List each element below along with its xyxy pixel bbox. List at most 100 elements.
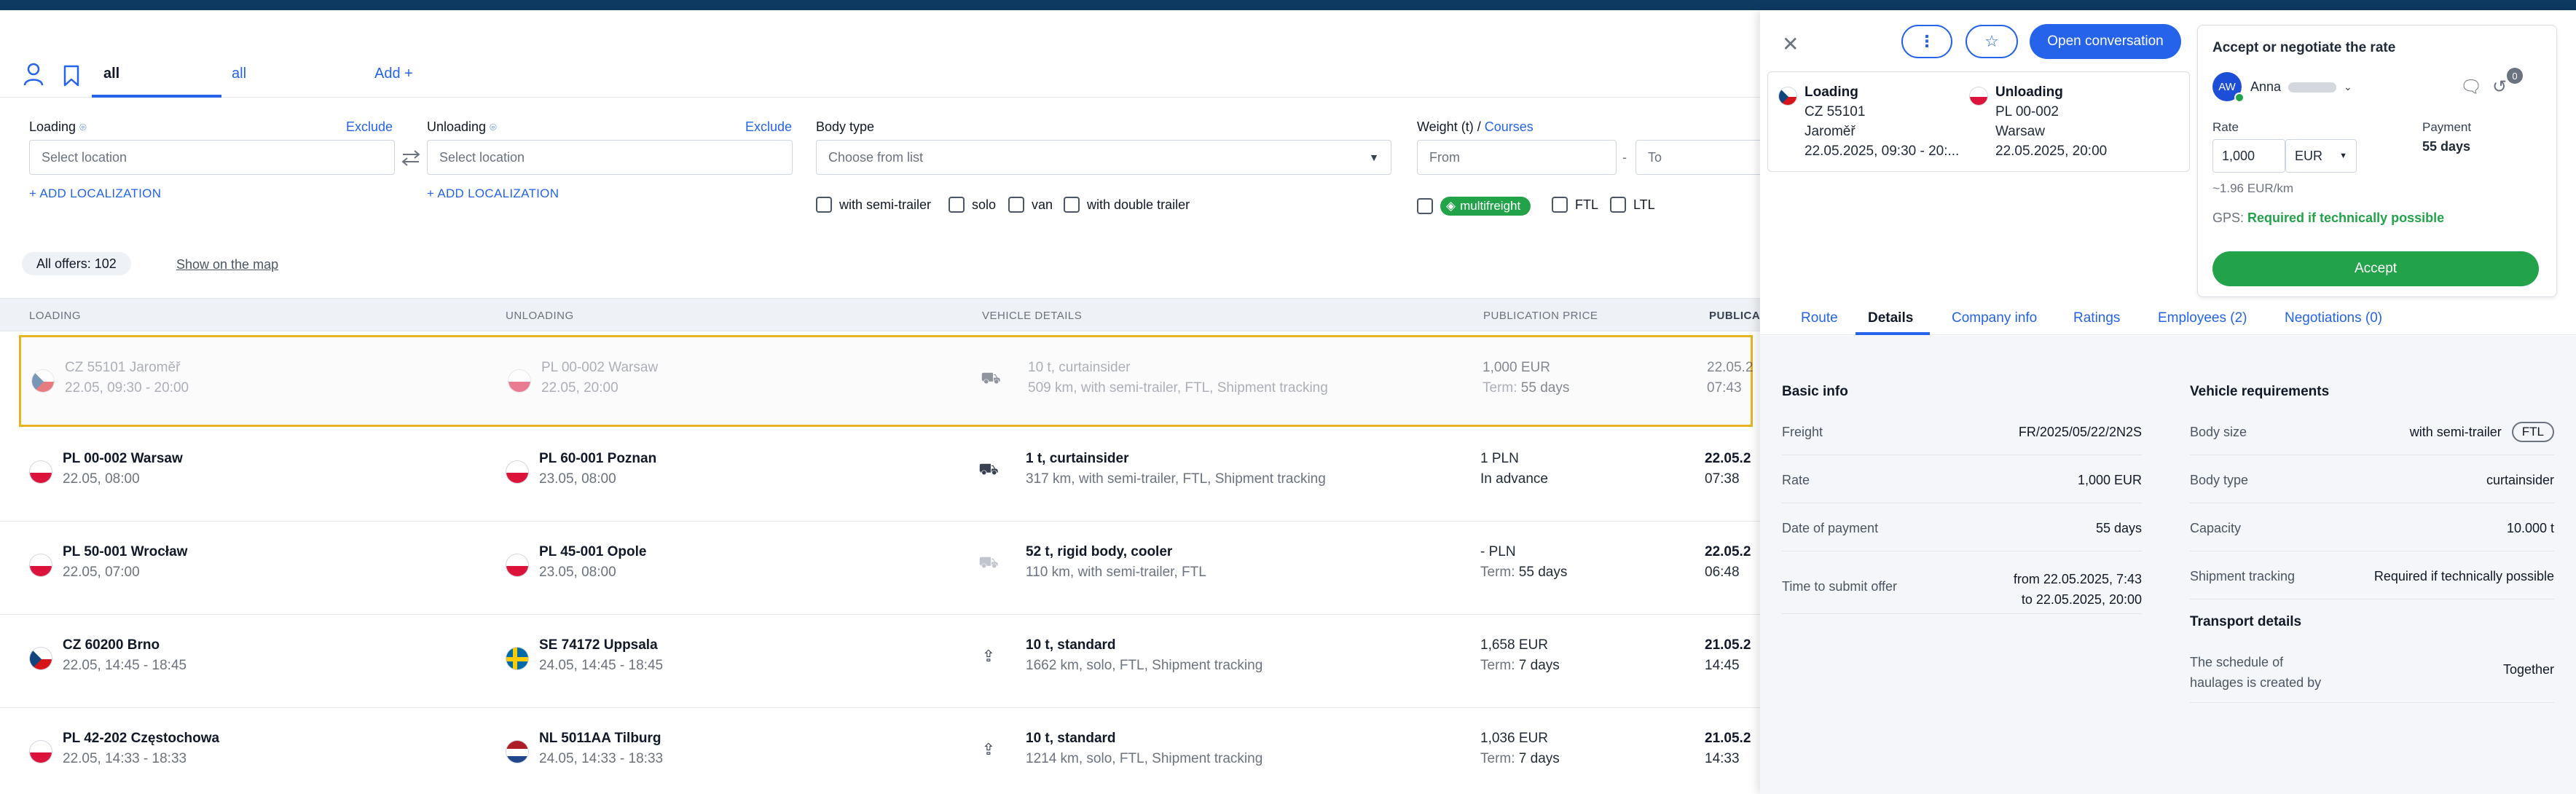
blurred-surname	[2288, 82, 2337, 93]
rate-negotiation-card: Accept or negotiate the rate AW Anna ⌄ 🗨…	[2197, 25, 2557, 297]
tab-employees[interactable]: Employees (2)	[2158, 310, 2247, 326]
vehicle-details: 1214 km, solo, FTL, Shipment tracking	[1026, 751, 1263, 766]
truck-icon: ⛟	[978, 459, 999, 478]
tab-ratings[interactable]: Ratings	[2073, 310, 2120, 326]
history-icon[interactable]: ↺	[2492, 76, 2507, 98]
tab-route[interactable]: Route	[1801, 310, 1838, 326]
req-value: with semi-trailer FTL	[2410, 422, 2554, 442]
weight-to-input[interactable]: To	[1635, 140, 1774, 175]
schedule-label-line1: The schedule of	[2190, 655, 2284, 669]
more-options-button[interactable]: ⋮	[1901, 25, 1952, 58]
rate-input[interactable]: 1,000	[2212, 139, 2285, 173]
gps-requirement: GPS: Required if technically possible	[2212, 211, 2444, 226]
checkbox-double-trailer[interactable]: with double trailer	[1064, 197, 1190, 213]
checkbox-multifreight[interactable]: ◈ multifreight	[1417, 197, 1531, 216]
close-icon[interactable]: ✕	[1782, 32, 1799, 56]
unloading-time: 22.05, 20:00	[541, 380, 619, 396]
table-row-selected[interactable]: CZ 55101 Jaroměř 22.05, 09:30 - 20:00 PL …	[19, 335, 1753, 427]
header-unloading[interactable]: UNLOADING	[506, 310, 574, 322]
table-row[interactable]: PL 00-002 Warsaw 22.05, 08:00 PL 60-001 P…	[0, 428, 1760, 522]
vehicle-type: 10 t, standard	[1026, 637, 1116, 653]
flag-pl-icon	[508, 369, 531, 393]
courses-link[interactable]: Courses	[1485, 119, 1534, 134]
price-cell: 1 PLN In advance	[1480, 449, 1548, 490]
unloading-cell: NL 5011AA Tilburg 24.05, 14:33 - 18:33	[539, 728, 663, 769]
unloading-city: PL 00-002 Warsaw	[541, 360, 659, 375]
price-cell: 1,000 EUR Term: 55 days	[1483, 358, 1569, 398]
checkbox-box[interactable]	[949, 197, 965, 213]
checkbox-semi-trailer[interactable]: with semi-trailer	[816, 197, 931, 213]
checkbox-box[interactable]	[816, 197, 832, 213]
publication-cell: 21.05.2 14:45	[1705, 635, 1751, 676]
tab-details[interactable]: Details	[1868, 310, 1913, 326]
req-row-body-size: Body size with semi-trailer FTL	[2190, 407, 2554, 455]
schedule-value: Together	[2502, 662, 2554, 677]
checkbox-ltl[interactable]: LTL	[1610, 197, 1655, 213]
loading-exclude-link[interactable]: Exclude	[346, 119, 393, 135]
user-icon[interactable]	[19, 60, 48, 89]
table-row[interactable]: PL 42-202 Częstochowa 22.05, 14:33 - 18:3…	[0, 708, 1760, 794]
loading-add-localization[interactable]: + ADD LOCALIZATION	[29, 186, 161, 201]
loading-location-input[interactable]: Select location	[29, 140, 395, 175]
checkbox-label: van	[1032, 197, 1053, 212]
weight-from-input[interactable]: From	[1417, 140, 1617, 175]
unloading-city: PL 45-001 Opole	[539, 544, 647, 559]
bookmark-icon[interactable]	[57, 61, 86, 90]
swap-icon[interactable]	[396, 144, 425, 173]
checkbox-box[interactable]	[1417, 198, 1433, 214]
body-type-select[interactable]: Choose from list ▼	[816, 140, 1391, 175]
table-row[interactable]: CZ 60200 Brno 22.05, 14:45 - 18:45 SE 741…	[0, 615, 1760, 708]
unloading-time: 23.05, 08:00	[539, 565, 616, 580]
loading-cell: PL 50-001 Wrocław 22.05, 07:00	[63, 542, 187, 583]
info-row-rate: Rate 1,000 EUR	[1782, 455, 2142, 503]
currency-select[interactable]: EUR ▼	[2285, 139, 2357, 173]
accept-button[interactable]: Accept	[2212, 251, 2539, 286]
open-conversation-button[interactable]: Open conversation	[2030, 24, 2181, 59]
checkbox-ftl[interactable]: FTL	[1552, 197, 1598, 213]
unloading-cell: SE 74172 Uppsala 24.05, 14:45 - 18:45	[539, 635, 663, 676]
freight-detail-panel: ✕ ⋮ ☆ Open conversation Loading CZ 55101…	[1760, 10, 2576, 794]
vehicle-type: 1 t, curtainsider	[1026, 451, 1129, 466]
price-value: 1,658 EUR	[1480, 637, 1548, 653]
unloading-add-localization[interactable]: + ADD LOCALIZATION	[427, 186, 559, 201]
info-row-freight: Freight FR/2025/05/22/2N2S	[1782, 407, 2142, 455]
loading-city: CZ 55101 Jaroměř	[65, 360, 181, 375]
tab-all[interactable]: all	[232, 66, 246, 82]
flag-pl-icon	[29, 554, 52, 577]
req-label: Capacity	[2190, 521, 2242, 535]
chat-icon[interactable]: 🗨	[2460, 76, 2482, 98]
contact-person[interactable]: Anna ⌄	[2250, 79, 2352, 95]
favorite-button[interactable]: ☆	[1966, 25, 2018, 58]
unloading-location-input[interactable]: Select location	[427, 140, 793, 175]
loading-time: 22.05, 14:33 - 18:33	[63, 751, 187, 766]
tab-company-info[interactable]: Company info	[1952, 310, 2037, 326]
unloading-title: Unloading	[1995, 84, 2063, 100]
header-vehicle-details[interactable]: VEHICLE DETAILS	[982, 310, 1082, 322]
checkbox-box[interactable]	[1008, 197, 1024, 213]
unloading-cell: PL 45-001 Opole 23.05, 08:00	[539, 542, 647, 583]
unloading-time: 24.05, 14:45 - 18:45	[539, 658, 664, 673]
vehicle-type: 10 t, curtainsider	[1028, 360, 1131, 375]
tab-negotiations[interactable]: Negotiations (0)	[2285, 310, 2382, 326]
checkbox-box[interactable]	[1064, 197, 1080, 213]
checkbox-box[interactable]	[1552, 197, 1568, 213]
checkbox-solo[interactable]: solo	[949, 197, 996, 213]
loading-cell: CZ 60200 Brno 22.05, 14:45 - 18:45	[63, 635, 186, 676]
flag-se-icon	[506, 647, 529, 670]
unloading-exclude-link[interactable]: Exclude	[745, 119, 792, 135]
unloading-cell: PL 00-002 Warsaw 22.05, 20:00	[541, 358, 658, 398]
header-publication-date[interactable]: PUBLICA	[1709, 310, 1760, 322]
show-on-map-link[interactable]: Show on the map	[176, 257, 278, 272]
checkbox-van[interactable]: van	[1008, 197, 1053, 213]
unloading-city: Warsaw	[1995, 124, 2045, 139]
add-tab-button[interactable]: Add +	[374, 66, 413, 82]
publication-cell: 22.05.2 07:43	[1707, 358, 1753, 398]
tab-all-active[interactable]: all	[103, 66, 119, 82]
table-row[interactable]: PL 50-001 Wrocław 22.05, 07:00 PL 45-001 …	[0, 522, 1760, 615]
checkbox-box[interactable]	[1610, 197, 1626, 213]
details-content: Basic info Freight FR/2025/05/22/2N2S Ra…	[1760, 336, 2576, 794]
submit-to: to 22.05.2025, 20:00	[2021, 592, 2142, 607]
header-loading[interactable]: LOADING	[29, 310, 81, 322]
header-publication-price[interactable]: PUBLICATION PRICE	[1483, 310, 1598, 322]
publication-date: 21.05.2	[1705, 731, 1751, 746]
